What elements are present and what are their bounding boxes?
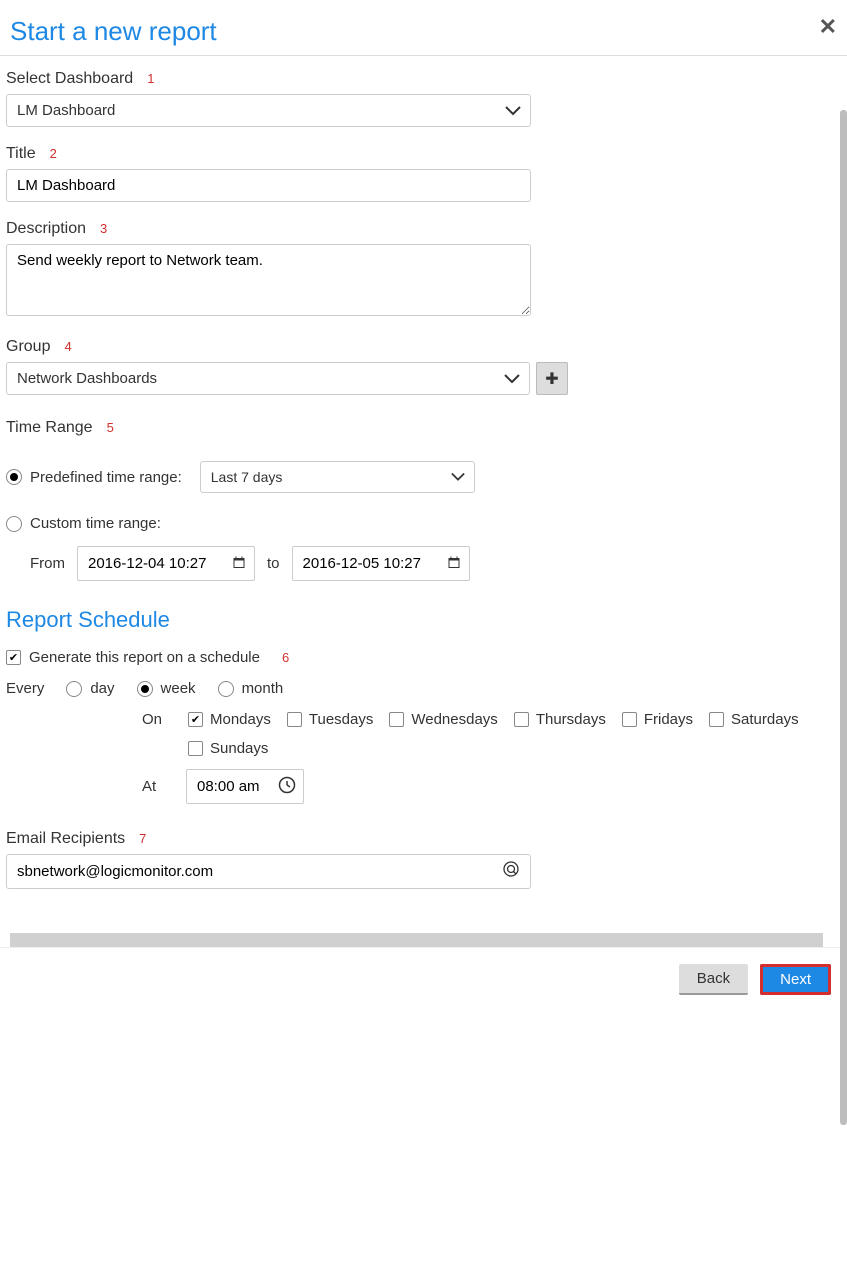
description-label: Description	[6, 220, 86, 238]
frequency-row: Every day week month	[6, 680, 839, 697]
freq-month-label: month	[242, 680, 284, 697]
day-tue-label: Tuesdays	[309, 711, 373, 728]
plus-icon: ✚	[545, 369, 558, 389]
annotation-6: 6	[282, 650, 289, 665]
custom-radio[interactable]	[6, 516, 22, 532]
annotation-7: 7	[139, 831, 146, 846]
day-thu-checkbox[interactable]	[514, 712, 529, 727]
day-sun-checkbox[interactable]	[188, 741, 203, 756]
horizontal-scrollbar[interactable]	[10, 933, 823, 947]
day-mon-label: Mondays	[210, 711, 271, 728]
day-sat-label: Saturdays	[731, 711, 799, 728]
day-fri-checkbox[interactable]	[622, 712, 637, 727]
title-field: Title 2	[6, 145, 839, 202]
close-icon[interactable]: ✕	[819, 16, 837, 38]
freq-week-radio[interactable]	[137, 681, 153, 697]
generate-label: Generate this report on a schedule	[29, 649, 260, 666]
description-textarea[interactable]	[6, 244, 531, 316]
annotation-3: 3	[100, 221, 107, 236]
freq-day-radio[interactable]	[66, 681, 82, 697]
every-label: Every	[6, 680, 44, 697]
schedule-heading: Report Schedule	[6, 607, 839, 633]
dashboard-field: Select Dashboard 1 LM Dashboard	[6, 70, 839, 127]
day-wed-checkbox[interactable]	[389, 712, 404, 727]
annotation-5: 5	[107, 420, 114, 435]
freq-month-radio[interactable]	[218, 681, 234, 697]
generate-checkbox[interactable]: ✔	[6, 650, 21, 665]
from-date-input[interactable]	[77, 546, 255, 581]
time-range-field: Time Range 5 Predefined time range: Last…	[6, 419, 839, 581]
add-group-button[interactable]: ✚	[536, 362, 568, 395]
predefined-range-select[interactable]: Last 7 days	[200, 461, 475, 493]
back-button[interactable]: Back	[679, 964, 748, 995]
group-label: Group	[6, 338, 50, 356]
predefined-range-row: Predefined time range: Last 7 days	[6, 461, 839, 493]
modal-title: Start a new report	[10, 16, 217, 47]
title-input[interactable]	[6, 169, 531, 202]
group-field: Group 4 Network Dashboards ✚	[6, 338, 839, 395]
group-select[interactable]: Network Dashboards	[6, 362, 530, 395]
day-fri-label: Fridays	[644, 711, 693, 728]
generate-schedule-row: ✔ Generate this report on a schedule 6	[6, 649, 839, 666]
vertical-scrollbar[interactable]	[840, 110, 847, 1125]
description-field: Description 3	[6, 220, 839, 320]
predefined-radio[interactable]	[6, 469, 22, 485]
to-label: to	[267, 555, 280, 572]
email-label: Email Recipients	[6, 830, 125, 848]
custom-range-row: Custom time range:	[6, 515, 839, 532]
day-thu-label: Thursdays	[536, 711, 606, 728]
next-button[interactable]: Next	[760, 964, 831, 995]
at-label: At	[142, 778, 172, 795]
new-report-modal: Start a new report ✕ Select Dashboard 1 …	[0, 0, 847, 1019]
dashboard-select[interactable]: LM Dashboard	[6, 94, 531, 127]
title-label: Title	[6, 145, 36, 163]
modal-footer: Back Next	[0, 947, 847, 1019]
modal-header: Start a new report ✕	[0, 0, 847, 56]
day-wed-label: Wednesdays	[411, 711, 497, 728]
clock-icon	[278, 776, 296, 798]
days-block: On ✔ Mondays Tuesdays Wednesdays Thursday…	[142, 711, 839, 804]
day-tue-checkbox[interactable]	[287, 712, 302, 727]
email-field: Email Recipients 7	[6, 830, 839, 889]
custom-label: Custom time range:	[30, 515, 161, 532]
modal-content: Select Dashboard 1 LM Dashboard Title 2	[0, 56, 847, 947]
calendar-icon	[448, 556, 460, 571]
time-range-label: Time Range	[6, 419, 93, 437]
day-sun-label: Sundays	[210, 740, 268, 757]
date-range-row: From to	[30, 546, 839, 581]
predefined-label: Predefined time range:	[30, 469, 182, 486]
freq-week-label: week	[161, 680, 196, 697]
calendar-icon	[233, 556, 245, 571]
day-sat-checkbox[interactable]	[709, 712, 724, 727]
to-date-input[interactable]	[292, 546, 470, 581]
annotation-1: 1	[147, 71, 154, 86]
on-label: On	[142, 711, 172, 728]
search-icon[interactable]	[503, 861, 521, 883]
freq-day-label: day	[90, 680, 114, 697]
day-mon-checkbox[interactable]: ✔	[188, 712, 203, 727]
from-label: From	[30, 555, 65, 572]
dashboard-label: Select Dashboard	[6, 70, 133, 88]
annotation-2: 2	[50, 146, 57, 161]
email-input[interactable]	[6, 854, 531, 889]
annotation-4: 4	[64, 339, 71, 354]
